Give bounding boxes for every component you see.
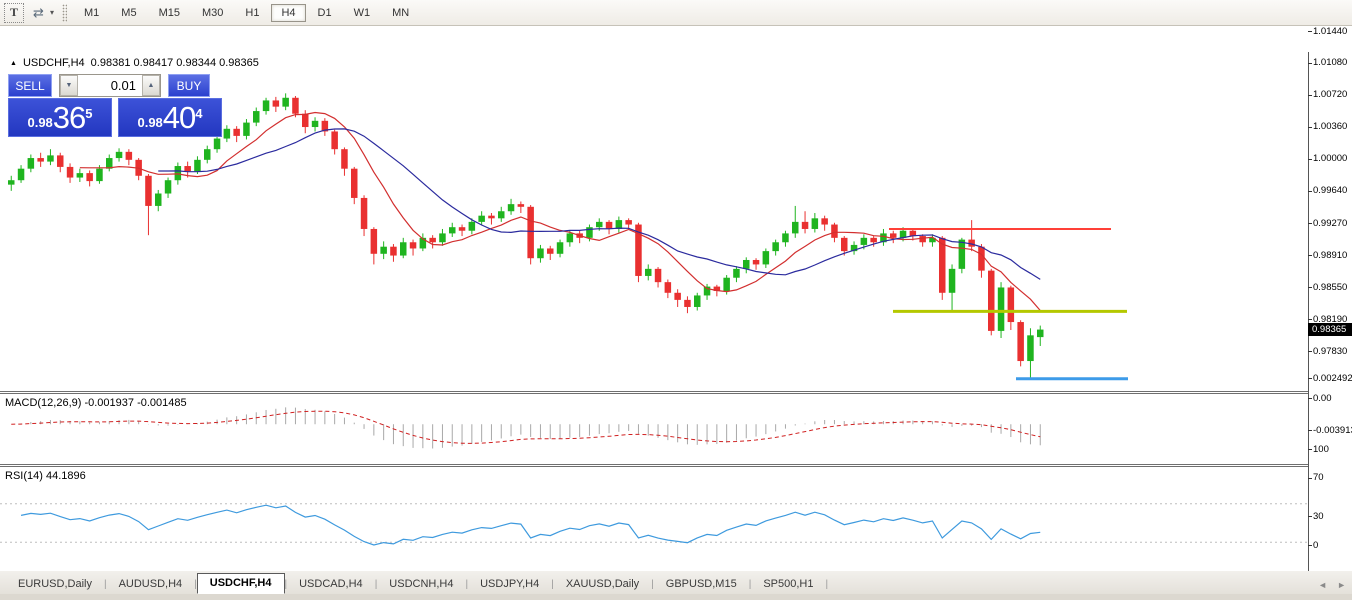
rsi-axis-tick <box>1308 545 1312 546</box>
scroll-left-icon[interactable]: ◄ <box>1318 580 1327 590</box>
chart-tab-usdchf[interactable]: USDCHF,H4 <box>197 573 285 594</box>
price-axis-tick <box>1308 287 1312 288</box>
timeframe-button-m5[interactable]: M5 <box>111 4 146 22</box>
price-axis-tick <box>1308 127 1312 128</box>
volume-down-icon[interactable]: ▼ <box>60 75 78 96</box>
chart-tab-sp500[interactable]: SP500,H1 <box>751 575 825 594</box>
timeframe-button-m30[interactable]: M30 <box>192 4 233 22</box>
rsi-axis-tick <box>1308 449 1312 450</box>
rsi-label: RSI(14) 44.1896 <box>5 470 86 482</box>
tab-separator: | <box>825 579 828 594</box>
timeframe-button-w1[interactable]: W1 <box>344 4 381 22</box>
text-tool-button[interactable]: T <box>4 3 24 23</box>
macd-label: MACD(12,26,9) -0.001937 -0.001485 <box>5 397 187 409</box>
chart-header: ▲ USDCHF,H4 0.98381 0.98417 0.98344 0.98… <box>10 57 259 69</box>
sell-price-sup: 5 <box>85 101 92 127</box>
price-axis-tick <box>1308 159 1312 160</box>
one-click-trade-panel: SELL ▼ ▲ BUY 0.98 36 5 0.98 40 4 <box>8 74 223 138</box>
timeframe-button-h4[interactable]: H4 <box>271 4 305 22</box>
bottom-strip <box>0 594 1352 600</box>
chart-tab-eurusd[interactable]: EURUSD,Daily <box>6 575 104 594</box>
volume-input[interactable] <box>78 75 142 96</box>
price-axis-label: 0.98550 <box>1313 282 1347 293</box>
price-axis-label: 1.00000 <box>1313 153 1347 164</box>
sell-price-box[interactable]: 0.98 36 5 <box>8 98 112 137</box>
macd-axis-label: -0.003913 <box>1313 425 1352 436</box>
price-axis-label: 1.01080 <box>1313 57 1347 68</box>
price-axis-tick <box>1308 319 1312 320</box>
current-price-tag: 0.98365 <box>1308 323 1352 336</box>
price-axis-label: 1.00720 <box>1313 89 1347 100</box>
buy-price-sup: 4 <box>195 101 202 127</box>
chart-tab-xauusd[interactable]: XAUUSD,Daily <box>554 575 651 594</box>
macd-indicator-pane[interactable] <box>0 394 1308 465</box>
pane-splitter[interactable] <box>0 391 1352 394</box>
chart-tab-audusd[interactable]: AUDUSD,H4 <box>107 575 195 594</box>
macd-axis-tick <box>1308 398 1312 399</box>
price-axis-tick <box>1308 255 1312 256</box>
volume-up-icon[interactable]: ▲ <box>142 75 160 96</box>
macd-axis-tick <box>1308 378 1312 379</box>
price-axis-tick <box>1308 95 1312 96</box>
collapse-icon[interactable]: ▲ <box>10 60 17 67</box>
price-axis-label: 1.01440 <box>1313 26 1347 37</box>
mt4-terminal: { "toolbar": { "text_tool_label": "T", "… <box>0 0 1352 600</box>
price-axis-label: 0.98190 <box>1313 314 1347 325</box>
price-axis-tick <box>1308 63 1312 64</box>
chart-tab-usdcad[interactable]: USDCAD,H4 <box>287 575 375 594</box>
rsi-axis-label: 100 <box>1313 444 1329 455</box>
chart-tab-usdjpy[interactable]: USDJPY,H4 <box>468 575 551 594</box>
buy-price-big: 40 <box>163 103 195 133</box>
timeframe-button-m1[interactable]: M1 <box>74 4 109 22</box>
price-axis-label: 0.99270 <box>1313 218 1347 229</box>
sell-price-big: 36 <box>53 103 85 133</box>
rsi-axis-label: 30 <box>1313 511 1324 522</box>
tab-scroll-buttons: ◄ ► <box>1318 580 1346 590</box>
chart-tab-usdcnh[interactable]: USDCNH,H4 <box>377 575 465 594</box>
macd-axis-tick <box>1308 430 1312 431</box>
price-axis-tick <box>1308 351 1312 352</box>
chart-tab-bar: EURUSD,Daily|AUDUSD,H4|USDCHF,H4|USDCAD,… <box>0 571 1352 594</box>
price-axis-tick <box>1308 31 1312 32</box>
volume-stepper: ▼ ▲ <box>59 74 161 97</box>
macd-axis-label: 0.00 <box>1313 393 1332 404</box>
timeframe-strip: M1M5M15M30H1H4D1W1MN <box>73 0 420 26</box>
macd-axis-label: 0.002492 <box>1313 373 1352 384</box>
rsi-indicator-pane[interactable] <box>0 467 1308 573</box>
timeframe-button-m15[interactable]: M15 <box>149 4 190 22</box>
price-axis-label: 0.99640 <box>1313 185 1347 196</box>
top-toolbar: T ⇄ ▾ M1M5M15M30H1H4D1W1MN <box>0 0 1352 26</box>
timeframe-button-mn[interactable]: MN <box>382 4 419 22</box>
chart-tab-gbpusd[interactable]: GBPUSD,M15 <box>654 575 749 594</box>
rsi-axis-label: 70 <box>1313 472 1324 483</box>
chevron-down-icon[interactable]: ▾ <box>50 8 54 17</box>
price-axis-label: 0.97830 <box>1313 346 1347 357</box>
ohlc-values: 0.98381 0.98417 0.98344 0.98365 <box>91 57 259 69</box>
price-axis-label: 0.98910 <box>1313 250 1347 261</box>
timeframe-button-d1[interactable]: D1 <box>308 4 342 22</box>
sell-button[interactable]: SELL <box>8 74 52 97</box>
chart-window: ▲ USDCHF,H4 0.98381 0.98417 0.98344 0.98… <box>0 26 1352 600</box>
rsi-axis-tick <box>1308 516 1312 517</box>
price-axis-tick <box>1308 223 1312 224</box>
sell-price-prefix: 0.98 <box>27 113 52 133</box>
timeframe-button-h1[interactable]: H1 <box>235 4 269 22</box>
pane-splitter[interactable] <box>0 464 1352 467</box>
buy-price-prefix: 0.98 <box>137 113 162 133</box>
scroll-right-icon[interactable]: ► <box>1337 580 1346 590</box>
rsi-axis-tick <box>1308 478 1312 479</box>
price-axis-tick <box>1308 191 1312 192</box>
buy-price-box[interactable]: 0.98 40 4 <box>118 98 222 137</box>
symbol-period-label: USDCHF,H4 <box>23 57 85 69</box>
toolbar-grip <box>62 4 67 22</box>
rsi-axis-label: 0 <box>1313 540 1318 551</box>
indicator-arrows-icon[interactable]: ⇄ <box>28 3 48 23</box>
buy-button[interactable]: BUY <box>168 74 210 97</box>
price-axis-label: 1.00360 <box>1313 121 1347 132</box>
